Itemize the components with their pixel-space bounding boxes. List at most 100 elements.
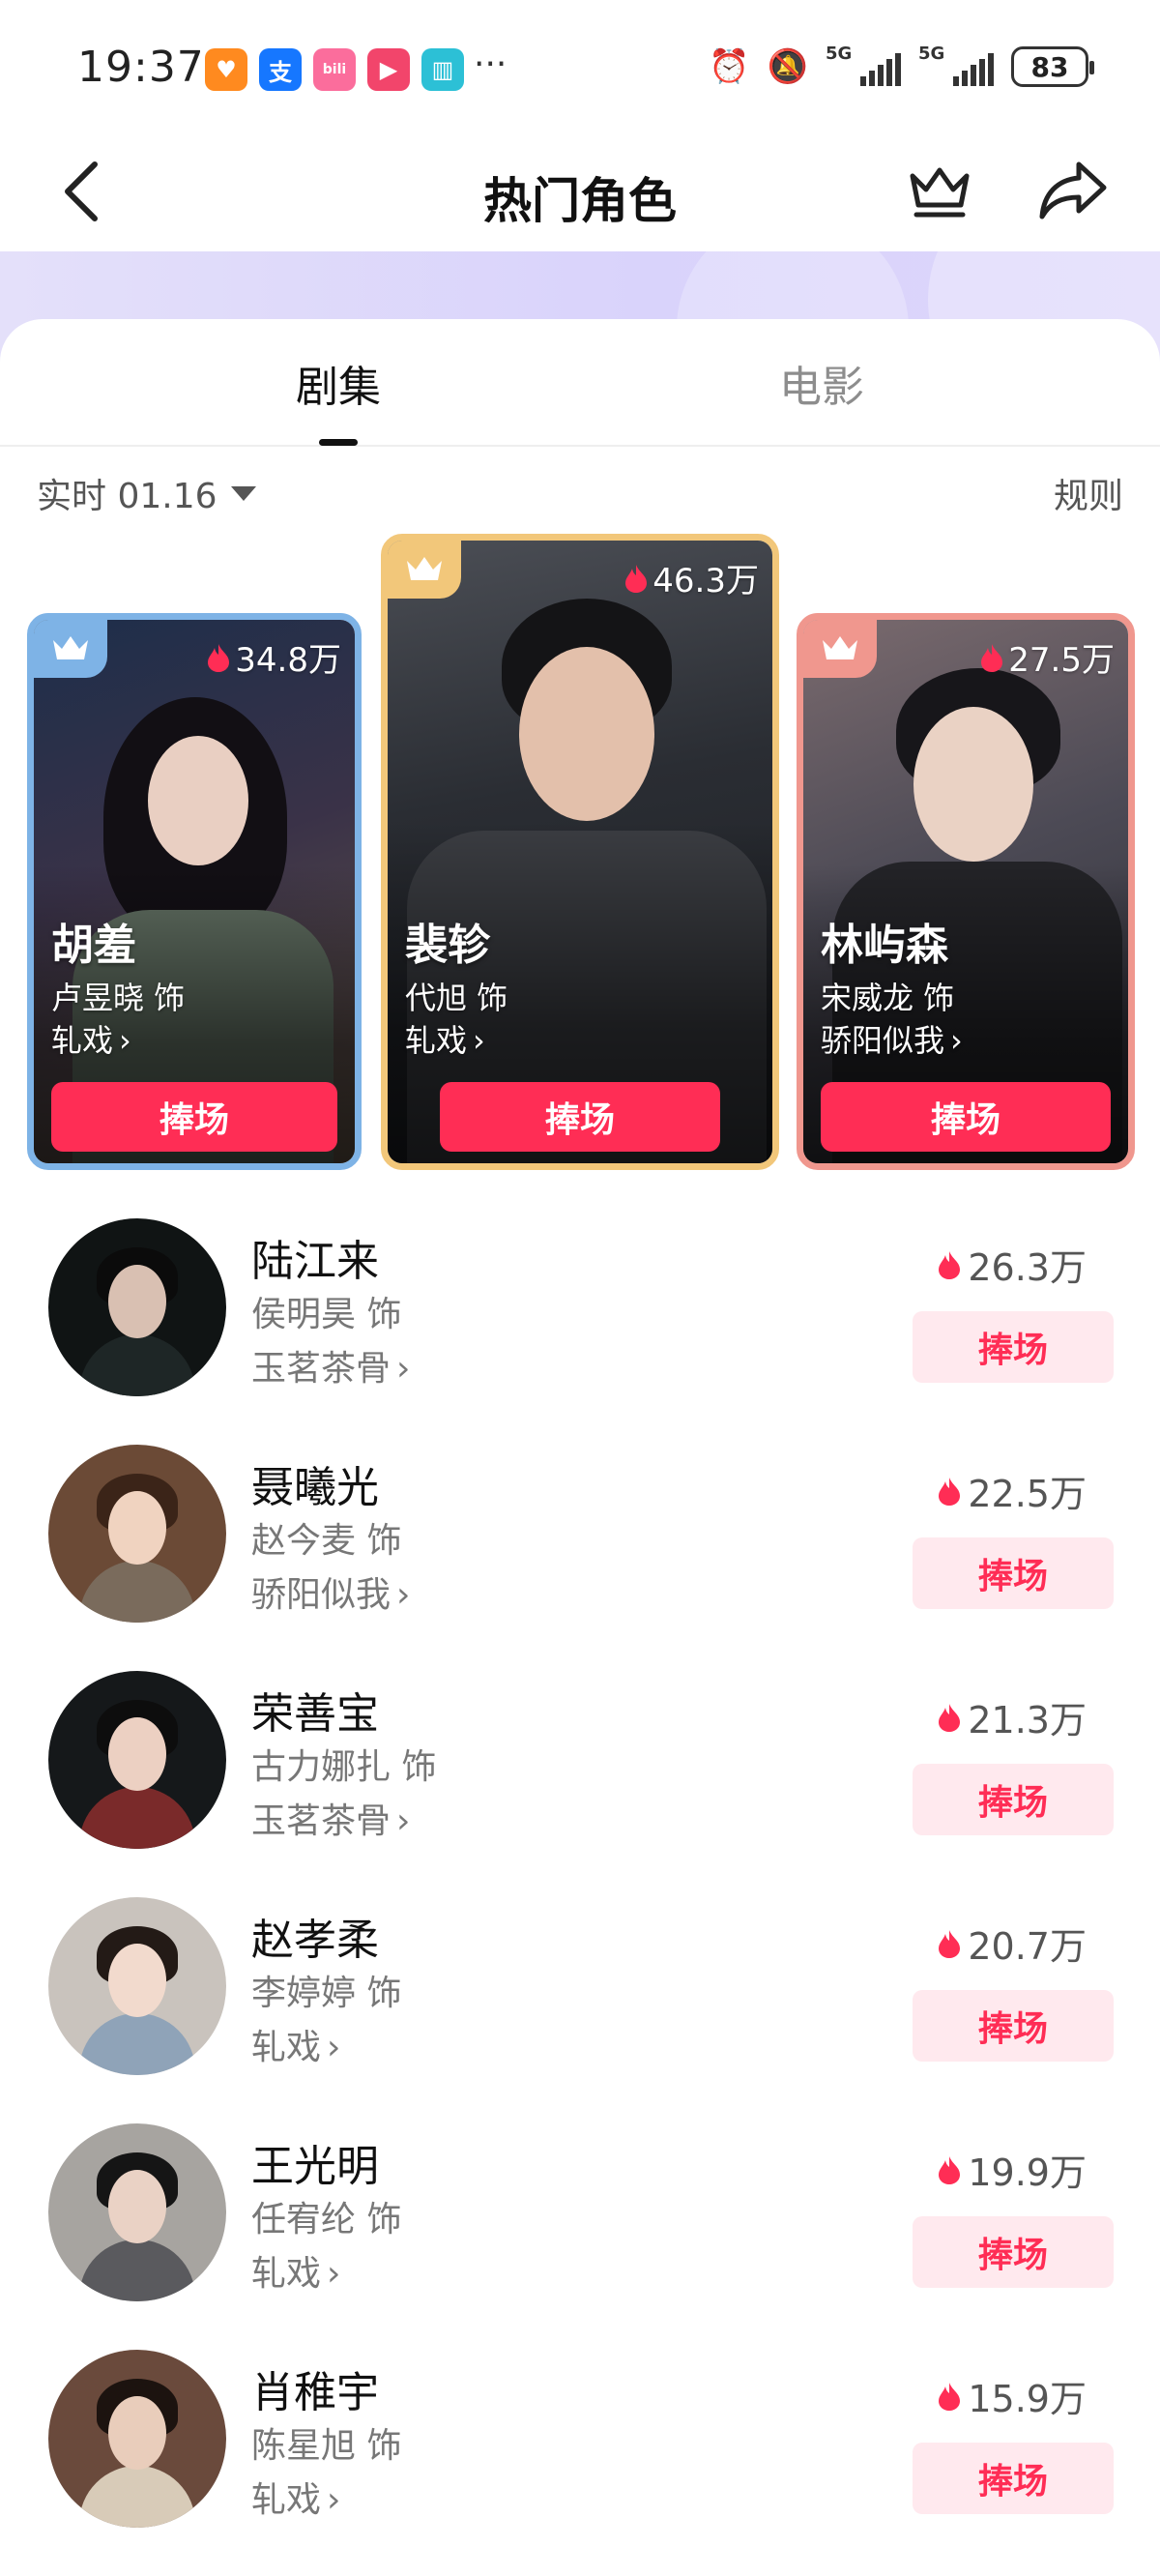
status-bar: 19:37 ♥ 支 bili ▶ ▥ ··· ⏰ 🔕 5G 5G 83 — [0, 0, 1160, 135]
list-item[interactable]: 聂曦光 赵今麦 饰 骄阳似我 › 22.5万 捧场 — [0, 1445, 1160, 1671]
chevron-right-icon: › — [396, 1575, 411, 1615]
character-name: 胡羞 — [51, 921, 136, 970]
notification-app-icons: ♥ 支 bili ▶ ▥ — [205, 48, 464, 91]
top-card-rank-1[interactable]: 46.3万 裴轸 代旭 饰 轧戏 › 捧场 — [381, 534, 779, 1170]
cheer-button[interactable]: 捧场 — [913, 1764, 1114, 1835]
show-link[interactable]: 轧戏 › — [251, 2472, 340, 2522]
caret-down-icon — [230, 485, 256, 501]
avatar — [48, 2350, 226, 2528]
cheer-button[interactable]: 捧场 — [913, 2443, 1114, 2514]
flame-icon — [939, 1703, 961, 1732]
cheer-button[interactable]: 捧场 — [913, 1537, 1114, 1609]
tab-series[interactable]: 剧集 — [193, 352, 483, 414]
crown-icon — [53, 636, 88, 659]
show-link[interactable]: 玉茗茶骨 › — [251, 1793, 410, 1843]
heart-app-icon: ♥ — [205, 48, 247, 91]
crown-button[interactable] — [905, 155, 974, 224]
character-name: 聂曦光 — [251, 1463, 379, 1512]
flame-icon — [939, 2382, 961, 2411]
flame-icon — [939, 1929, 961, 1958]
flame-icon — [208, 643, 230, 672]
actor-name: 李婷婷 饰 — [251, 1974, 402, 2013]
flame-icon — [981, 643, 1003, 672]
actor-name: 陈星旭 饰 — [251, 2426, 402, 2466]
flame-icon — [625, 564, 648, 593]
heat-value: 27.5万 — [979, 633, 1115, 681]
rank-badge — [34, 620, 107, 678]
actor-name: 卢昱晓 饰 — [51, 980, 186, 1016]
character-name: 裴轸 — [405, 921, 490, 970]
top-card-rank-3[interactable]: 27.5万 林屿森 宋威龙 饰 骄阳似我 › 捧场 — [797, 613, 1135, 1170]
actor-name: 赵今麦 饰 — [251, 1521, 402, 1561]
heat-value: 26.3万 — [937, 1238, 1087, 1291]
chevron-right-icon: › — [327, 2028, 341, 2067]
avatar — [48, 1445, 226, 1623]
share-button[interactable] — [1036, 155, 1110, 224]
rank-badge — [388, 541, 461, 599]
show-link[interactable]: 骄阳似我 › — [821, 1016, 963, 1061]
list-item[interactable]: 荣善宝 古力娜扎 饰 玉茗茶骨 › 21.3万 捧场 — [0, 1671, 1160, 1897]
heat-value: 19.9万 — [937, 2143, 1087, 2196]
list-item[interactable]: 赵孝柔 李婷婷 饰 轧戏 › 20.7万 捧场 — [0, 1897, 1160, 2123]
heat-value: 20.7万 — [937, 1917, 1087, 1970]
character-name: 肖稚宇 — [251, 2368, 379, 2417]
book-app-icon: ▥ — [421, 48, 464, 91]
heat-value: 22.5万 — [937, 1464, 1087, 1517]
avatar — [48, 1897, 226, 2075]
cheer-button[interactable]: 捧场 — [913, 1311, 1114, 1383]
flame-icon — [939, 1477, 961, 1506]
cheer-button[interactable]: 捧场 — [821, 1082, 1111, 1152]
video-play-app-icon: ▶ — [367, 48, 410, 91]
list-item[interactable]: 王光明 任宥纶 饰 轧戏 › 19.9万 捧场 — [0, 2123, 1160, 2350]
heat-value: 21.3万 — [937, 1690, 1087, 1743]
battery-icon: 83 — [1011, 46, 1094, 87]
character-name: 林屿森 — [821, 921, 948, 970]
actor-name: 宋威龙 饰 — [821, 980, 955, 1016]
more-notifications-icon: ··· — [474, 44, 508, 84]
chevron-right-icon: › — [119, 1022, 131, 1059]
actor-name: 代旭 饰 — [405, 980, 508, 1016]
show-link[interactable]: 骄阳似我 › — [251, 1566, 410, 1617]
flame-icon — [939, 1250, 961, 1279]
crown-icon — [823, 636, 857, 659]
show-link[interactable]: 轧戏 › — [405, 1016, 485, 1061]
cheer-button[interactable]: 捧场 — [913, 1990, 1114, 2062]
status-time: 19:37 — [77, 43, 205, 92]
tab-movies[interactable]: 电影 — [677, 352, 967, 414]
page-title: 热门角色 — [483, 173, 677, 229]
tab-indicator — [319, 439, 358, 446]
show-link[interactable]: 轧戏 › — [251, 2019, 340, 2069]
show-link[interactable]: 轧戏 › — [251, 2245, 340, 2296]
rules-link[interactable]: 规则 — [1054, 468, 1123, 518]
character-name: 赵孝柔 — [251, 1916, 379, 1965]
show-link[interactable]: 玉茗茶骨 › — [251, 1340, 410, 1390]
cheer-button[interactable]: 捧场 — [440, 1082, 720, 1152]
category-tabs: 剧集 电影 — [0, 319, 1160, 447]
share-arrow-icon — [1039, 161, 1107, 220]
cheer-button[interactable]: 捧场 — [51, 1082, 337, 1152]
alipay-app-icon: 支 — [259, 48, 302, 91]
chevron-right-icon: › — [396, 1349, 411, 1389]
bilibili-app-icon: bili — [313, 48, 356, 91]
top-card-rank-2[interactable]: 34.8万 胡羞 卢昱晓 饰 轧戏 › 捧场 — [27, 613, 362, 1170]
cheer-button[interactable]: 捧场 — [913, 2216, 1114, 2288]
show-link[interactable]: 轧戏 › — [51, 1016, 131, 1061]
signal-icon: 5G — [826, 44, 901, 86]
avatar — [48, 1218, 226, 1396]
chevron-right-icon: › — [327, 2480, 341, 2520]
avatar — [48, 1671, 226, 1849]
actor-name: 任宥纶 饰 — [251, 2200, 402, 2239]
chevron-right-icon: › — [950, 1022, 963, 1059]
nav-header: 热门角色 — [0, 135, 1160, 251]
character-name: 王光明 — [251, 2142, 379, 2191]
signal-icon: 5G — [918, 44, 994, 86]
crown-icon — [910, 167, 970, 218]
list-item[interactable]: 肖稚宇 陈星旭 饰 轧戏 › 15.9万 捧场 — [0, 2350, 1160, 2576]
flame-icon — [939, 2155, 961, 2184]
actor-name: 侯明昊 饰 — [251, 1295, 402, 1334]
heat-value: 15.9万 — [937, 2369, 1087, 2422]
heat-value: 46.3万 — [624, 554, 759, 601]
list-item[interactable]: 陆江来 侯明昊 饰 玉茗茶骨 › 26.3万 捧场 — [0, 1218, 1160, 1445]
date-filter-dropdown[interactable]: 实时 01.16 — [37, 468, 256, 518]
alarm-icon: ⏰ — [709, 47, 750, 86]
